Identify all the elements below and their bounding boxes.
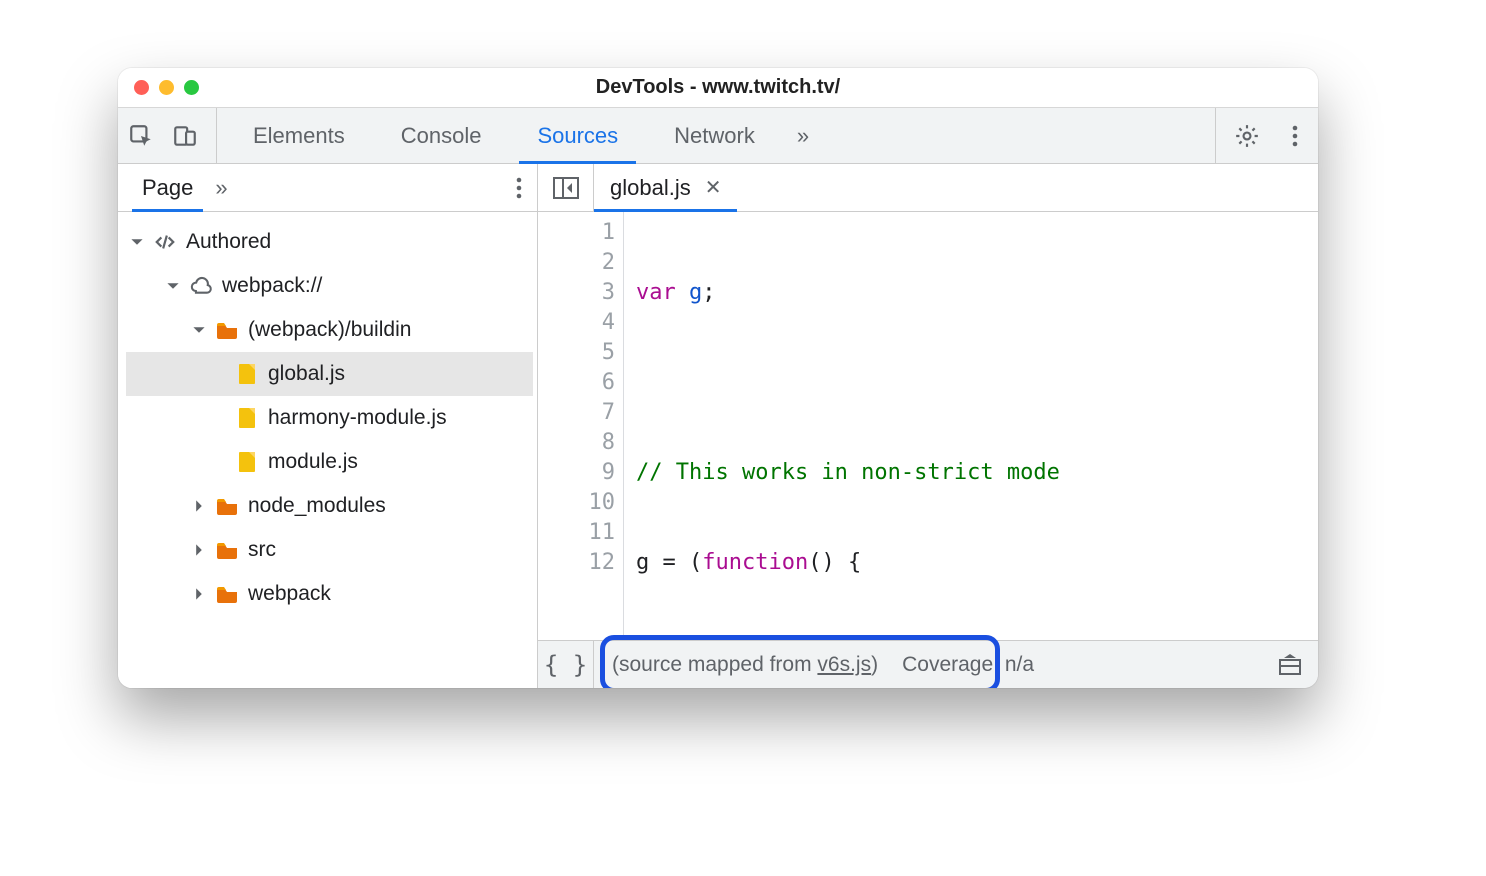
inspect-element-icon[interactable] (128, 123, 154, 149)
titlebar: DevTools - www.twitch.tv/ (118, 68, 1318, 108)
tree-node-webpack-folder[interactable]: webpack (126, 572, 533, 616)
tree-node-authored[interactable]: Authored (126, 220, 533, 264)
device-toolbar-icon[interactable] (172, 123, 198, 149)
window-controls (118, 80, 199, 95)
editor-tab-label: global.js (610, 175, 691, 201)
line-gutter: 1 2 3 4 5 6 7 8 9 10 11 12 (538, 212, 624, 640)
tree-label: node_modules (248, 494, 386, 518)
tree-file-module[interactable]: module.js (126, 440, 533, 484)
main-toolbar: Elements Console Sources Network » (118, 108, 1318, 164)
line-number: 10 (538, 488, 615, 518)
tree-node-webpack-scheme[interactable]: webpack:// (126, 264, 533, 308)
tree-label: src (248, 538, 276, 562)
toggle-navigator-icon[interactable] (538, 164, 594, 211)
file-icon (236, 363, 258, 385)
tree-file-global[interactable]: global.js (126, 352, 533, 396)
kebab-menu-icon[interactable] (1282, 123, 1308, 149)
tree-node-buildin[interactable]: (webpack)/buildin (126, 308, 533, 352)
tree-node-src[interactable]: src (126, 528, 533, 572)
file-icon (236, 451, 258, 473)
chevron-right-icon (192, 499, 206, 513)
tab-console[interactable]: Console (373, 108, 510, 163)
tree-label: webpack (248, 582, 331, 606)
line-number: 3 (538, 278, 615, 308)
code-icon (154, 231, 176, 253)
minimize-window-button[interactable] (159, 80, 174, 95)
navigator-menu-icon[interactable] (515, 164, 523, 211)
chevron-right-icon (192, 587, 206, 601)
line-number: 12 (538, 548, 615, 578)
navigator-tabs: Page » (118, 164, 537, 212)
chevron-down-icon (166, 279, 180, 293)
line-number: 11 (538, 518, 615, 548)
navigator-tab-page[interactable]: Page (128, 164, 207, 211)
line-number: 9 (538, 458, 615, 488)
coverage-label: Coverage: n/a (902, 653, 1034, 677)
line-number: 7 (538, 398, 615, 428)
editor-statusbar: { } (source mapped from v6s.js) Coverage… (538, 640, 1318, 688)
code-editor[interactable]: 1 2 3 4 5 6 7 8 9 10 11 12 var g; // Thi… (538, 212, 1318, 640)
line-number: 6 (538, 368, 615, 398)
line-number: 5 (538, 338, 615, 368)
navigator-sidebar: Page » Authored webpack:// (118, 164, 538, 688)
devtools-window: DevTools - www.twitch.tv/ Elements Conso… (118, 68, 1318, 688)
source-map-origin-link[interactable]: v6s.js (817, 653, 871, 676)
line-number: 1 (538, 218, 615, 248)
pretty-print-icon[interactable]: { } (538, 641, 594, 688)
cloud-icon (190, 275, 212, 297)
chevron-down-icon (192, 323, 206, 337)
tab-elements[interactable]: Elements (225, 108, 373, 163)
chevron-down-icon (130, 235, 144, 249)
editor-pane: global.js ✕ 1 2 3 4 5 6 7 8 9 10 11 1 (538, 164, 1318, 688)
close-tab-icon[interactable]: ✕ (705, 175, 722, 200)
window-title: DevTools - www.twitch.tv/ (118, 76, 1318, 99)
editor-tab-global[interactable]: global.js ✕ (594, 164, 737, 211)
tree-label: (webpack)/buildin (248, 318, 411, 342)
tree-label: harmony-module.js (268, 406, 447, 430)
folder-icon (216, 319, 238, 341)
source-mapped-label: (source mapped from v6s.js) (612, 653, 878, 677)
tab-sources[interactable]: Sources (509, 108, 646, 163)
tree-label: webpack:// (222, 274, 322, 298)
gear-icon[interactable] (1234, 123, 1260, 149)
tree-label: global.js (268, 362, 345, 386)
line-number: 2 (538, 248, 615, 278)
chevron-right-icon (192, 543, 206, 557)
tree-node-node-modules[interactable]: node_modules (126, 484, 533, 528)
close-window-button[interactable] (134, 80, 149, 95)
file-icon (236, 407, 258, 429)
file-tree: Authored webpack:// (webpack)/buildin (118, 212, 537, 688)
tab-network[interactable]: Network (646, 108, 783, 163)
code-content: var g; // This works in non-strict mode … (624, 212, 1179, 640)
tree-file-harmony[interactable]: harmony-module.js (126, 396, 533, 440)
line-number: 4 (538, 308, 615, 338)
editor-tabstrip: global.js ✕ (538, 164, 1318, 212)
navigator-tabs-overflow[interactable]: » (215, 175, 227, 201)
panel-tabs: Elements Console Sources Network » (225, 108, 1215, 163)
folder-icon (216, 539, 238, 561)
tabs-overflow[interactable]: » (783, 108, 823, 163)
folder-icon (216, 583, 238, 605)
line-number: 8 (538, 428, 615, 458)
tree-label: Authored (186, 230, 271, 254)
tree-label: module.js (268, 450, 358, 474)
show-drawer-icon[interactable] (1278, 654, 1302, 676)
folder-icon (216, 495, 238, 517)
zoom-window-button[interactable] (184, 80, 199, 95)
